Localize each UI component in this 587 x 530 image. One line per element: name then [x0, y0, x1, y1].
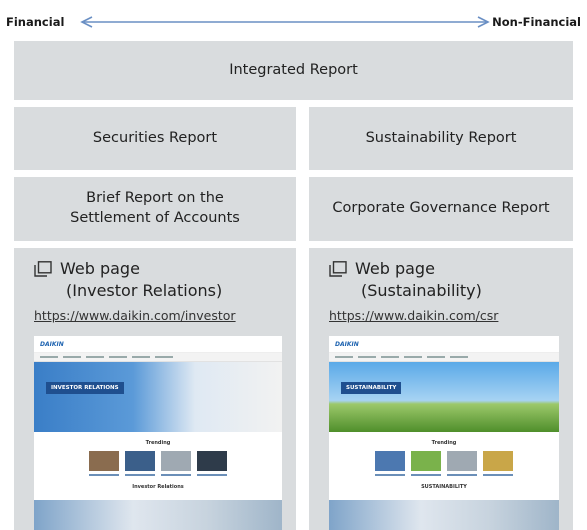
- web-ir-title: Web page: [60, 259, 140, 278]
- web-ir-link[interactable]: https://www.daikin.com/investor: [34, 308, 236, 323]
- web-ir-thumbnail[interactable]: DAIKIN INVESTOR RELATIONS Trending Inves…: [34, 336, 282, 530]
- brief-report-label-line2: Settlement of Accounts: [70, 210, 240, 226]
- window-icon: [329, 260, 347, 277]
- securities-report-label: Securities Report: [92, 129, 218, 146]
- web-csr-title: Web page: [355, 259, 435, 278]
- governance-report-label: Corporate Governance Report: [332, 200, 550, 217]
- thumb-nav: [329, 353, 559, 362]
- thumb-hero-image: SUSTAINABILITY: [329, 362, 559, 432]
- sustainability-report-label: Sustainability Report: [365, 129, 517, 146]
- web-csr-thumbnail[interactable]: DAIKIN SUSTAINABILITY Trending SUSTAINAB…: [329, 336, 559, 530]
- thumb-logo: DAIKIN: [40, 340, 64, 348]
- financial-axis: Financial Non-Financial: [0, 0, 587, 40]
- brief-report-label-line1: Brief Report on the: [86, 190, 224, 207]
- axis-right-label: Non-Financial: [492, 15, 581, 29]
- thumb-footer-image: [34, 500, 282, 530]
- thumb-section-title-2: SUSTAINABILITY: [421, 484, 467, 490]
- thumb-nav: [34, 353, 282, 362]
- thumb-cards: [329, 446, 559, 471]
- integrated-report-box: Integrated Report: [14, 41, 573, 100]
- securities-report-box: Securities Report: [14, 107, 296, 170]
- thumb-section-title-2: Investor Relations: [132, 484, 184, 490]
- integrated-report-label: Integrated Report: [229, 61, 358, 78]
- sustainability-report-box: Sustainability Report: [309, 107, 573, 170]
- web-ir-subtitle: (Investor Relations): [66, 280, 223, 300]
- thumb-badge: SUSTAINABILITY: [341, 382, 402, 394]
- web-csr-link[interactable]: https://www.daikin.com/csr: [329, 308, 498, 323]
- web-page-ir-panel: Web page (Investor Relations) https://ww…: [14, 248, 296, 530]
- window-icon: [34, 260, 52, 277]
- web-page-csr-panel: Web page (Sustainability) https://www.da…: [309, 248, 573, 530]
- thumb-logo: DAIKIN: [335, 340, 359, 348]
- web-csr-subtitle: (Sustainability): [361, 280, 482, 300]
- thumb-hero-image: INVESTOR RELATIONS: [34, 362, 282, 432]
- brief-report-box: Brief Report on the Settlement of Accoun…: [14, 177, 296, 241]
- thumb-footer-image: [329, 500, 559, 530]
- thumb-cards: [34, 446, 282, 471]
- thumb-badge: INVESTOR RELATIONS: [46, 382, 124, 394]
- governance-report-box: Corporate Governance Report: [309, 177, 573, 241]
